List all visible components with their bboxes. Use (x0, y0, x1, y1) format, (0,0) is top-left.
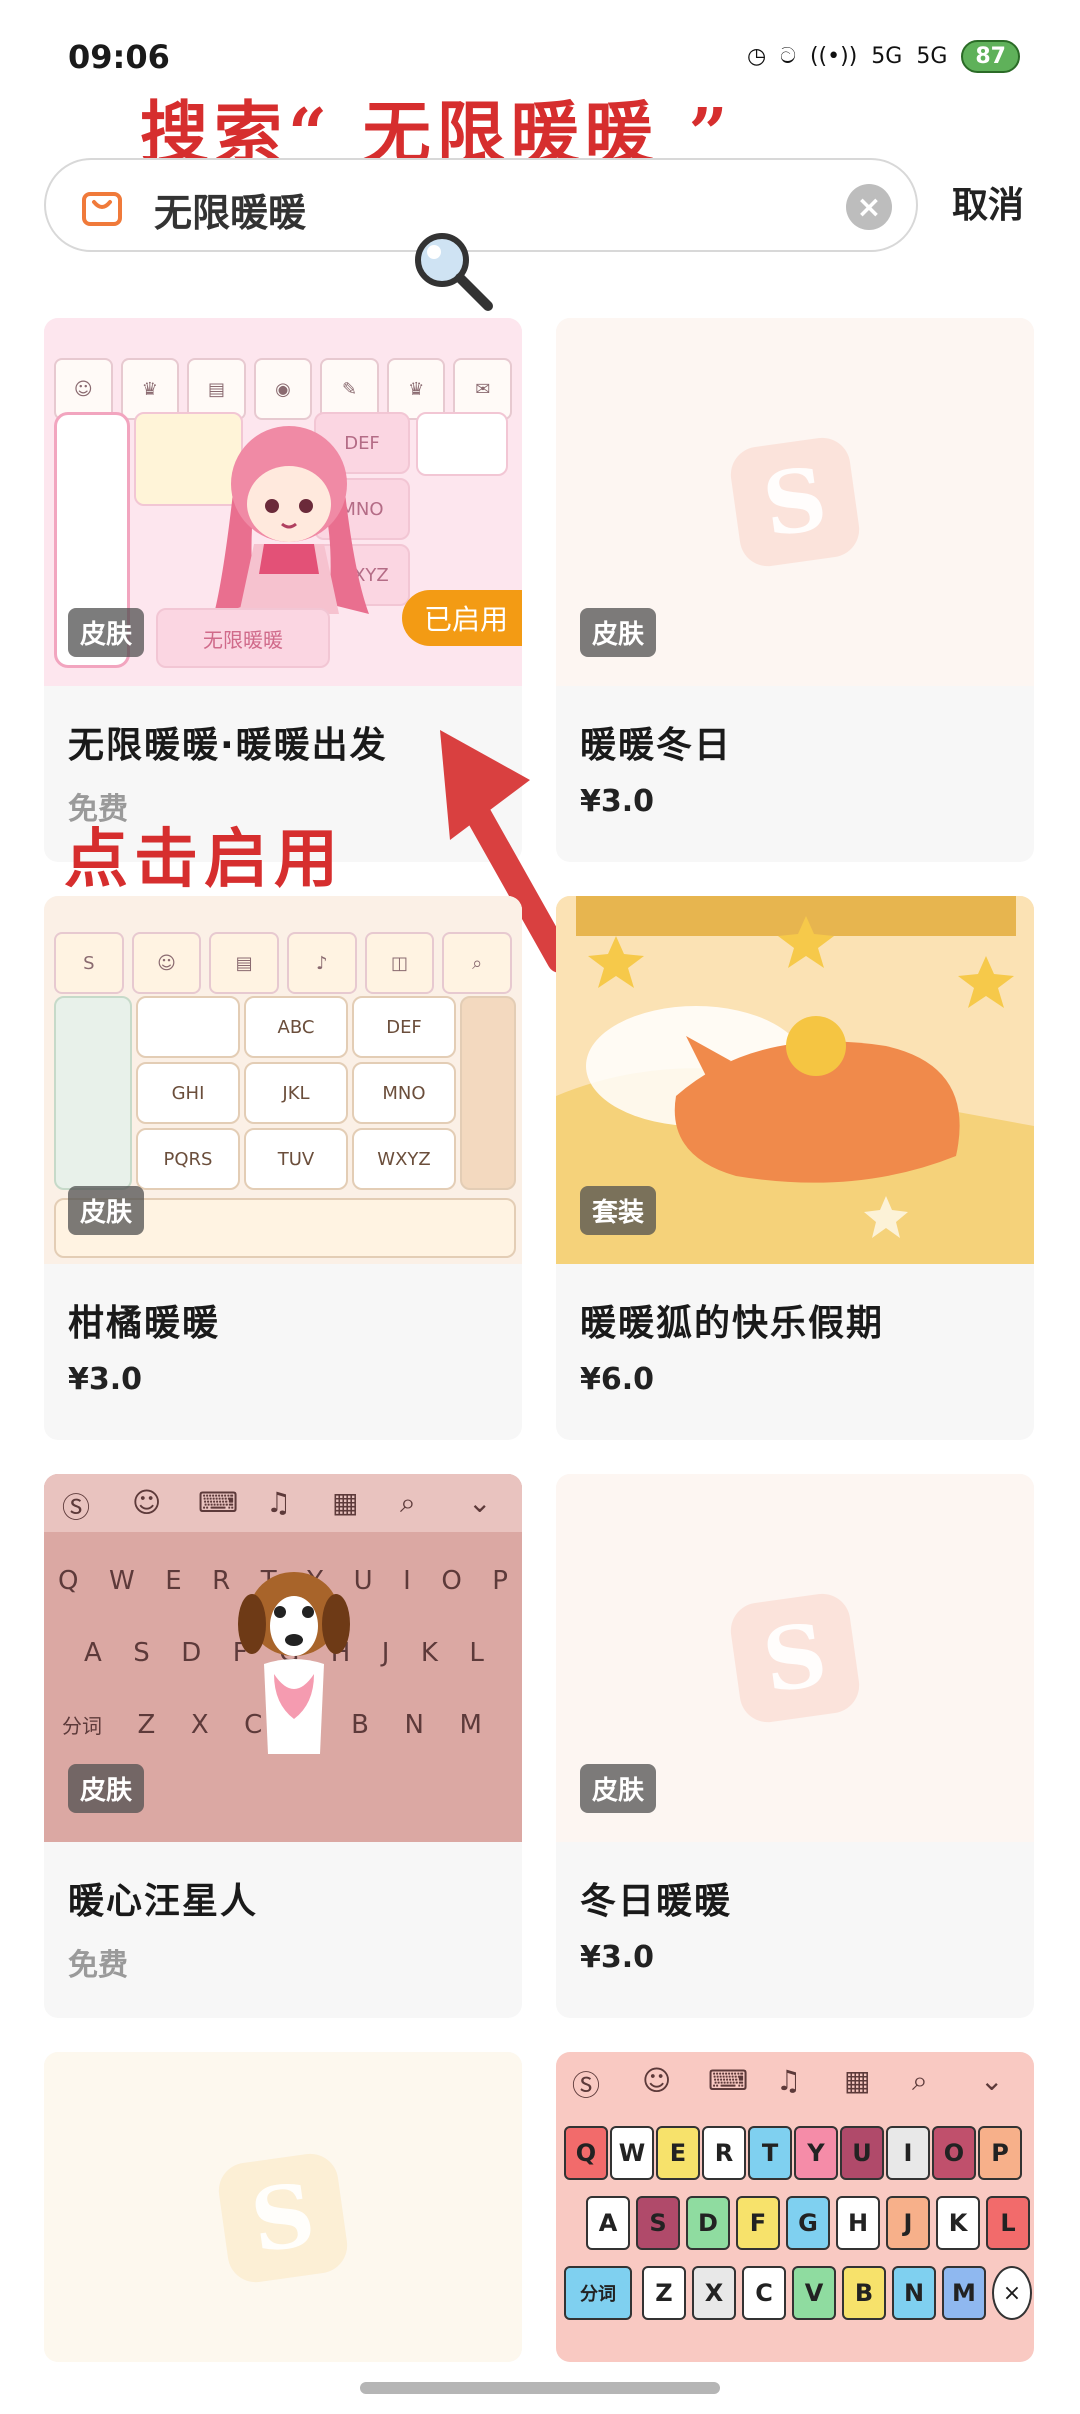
kb-icon-key: ⌕ (442, 932, 513, 994)
card-price: ¥3.0 (580, 784, 655, 819)
cancel-button[interactable]: 取消 (952, 176, 1024, 228)
wifi-icon: ((•)) (809, 44, 858, 69)
card-title: 暖暖狐的快乐假期 (580, 1303, 885, 1344)
grid-icon: ▦ (844, 2064, 871, 2097)
tag-badge: 皮肤 (68, 608, 145, 657)
card-title: 柑橘暖暖 (68, 1303, 221, 1344)
app-logo-icon: S (215, 2149, 351, 2286)
result-card[interactable]: Ⓢ ☺ ⌨ ♫ ▦ ⌕ ⌄ Q W E R T Y U I O P A S D … (556, 2052, 1034, 2362)
puppy-illustration (238, 1572, 350, 1754)
result-card[interactable]: 套装 暖暖狐的快乐假期 ¥6.0 (556, 896, 1034, 1440)
search-icon: ⌕ (912, 2064, 928, 2097)
microphone-icon: ♫ (776, 2064, 802, 2097)
kb-icon-key: ◉ (253, 358, 313, 420)
skin-name-key: 无限暖暖 (156, 608, 330, 668)
signal-5g-a: 5G (871, 44, 903, 69)
close-icon: × (856, 189, 882, 225)
card-price: ¥3.0 (68, 1362, 143, 1397)
tag-badge: 皮肤 (580, 608, 657, 657)
keyboard-icon: ⌨ (708, 2064, 749, 2097)
app-logo-icon: S (727, 434, 863, 570)
card-title: 冬日暖暖 (580, 1881, 733, 1922)
kb-icon-key: ◫ (364, 932, 435, 994)
tag-badge: 皮肤 (580, 1764, 657, 1813)
emoji-icon: ☺ (132, 1486, 162, 1519)
card-title: 暖心汪星人 (68, 1881, 259, 1922)
enabled-badge: 已启用 (401, 590, 522, 646)
result-card[interactable]: Ⓢ ☺ ⌨ ♫ ▦ ⌕ ⌄ Q W E R T Y U I O P A S D … (44, 1474, 522, 2018)
skin-preview: Ⓢ ☺ ⌨ ♫ ▦ ⌕ ⌄ Q W E R T Y U I O P A S D … (556, 2052, 1034, 2362)
grid-icon: ▦ (332, 1486, 359, 1519)
shopping-bag-icon (82, 192, 122, 226)
tag-badge: 皮肤 (68, 1764, 145, 1813)
rabbit-icon: ට (780, 44, 796, 69)
battery-indicator: 87 (961, 40, 1020, 73)
skin-preview-placeholder: S (44, 2052, 522, 2362)
tag-badge: 皮肤 (68, 1186, 145, 1235)
card-price: ¥6.0 (580, 1362, 655, 1397)
search-icon: ⌕ (400, 1486, 416, 1519)
app-logo-icon: S (727, 1590, 863, 1726)
annotation-click-hint: 点击启用 (64, 822, 344, 897)
sogou-icon: Ⓢ (62, 1491, 91, 1524)
microphone-icon: ♫ (266, 1486, 292, 1519)
kb-icon-key: ♛ (386, 358, 446, 420)
signal-5g-b: 5G (916, 44, 948, 69)
kb-icon-key: ♪ (287, 932, 357, 994)
tag-badge: 套装 (580, 1186, 657, 1235)
result-card[interactable]: S 皮肤 暖暖冬日 ¥3.0 (556, 318, 1034, 862)
chevron-down-icon: ⌄ (468, 1486, 492, 1519)
search-input[interactable]: 无限暖暖 (154, 182, 306, 237)
emoji-icon: ☺ (642, 2064, 672, 2097)
result-card[interactable]: S ☺ ▤ ♪ ◫ ⌕ ABC DEF GHI JKL MNO PQRS TUV… (44, 896, 522, 1440)
kb-icon-key: ▤ (187, 358, 246, 420)
card-price: ¥3.0 (580, 1940, 655, 1975)
kb-icon-key: ✎ (320, 358, 379, 420)
card-title: 暖暖冬日 (580, 725, 733, 766)
keyboard-icon: ⌨ (198, 1486, 239, 1519)
kb-icon-key: ▤ (209, 932, 280, 994)
kb-icon-key: ♛ (120, 358, 180, 420)
status-time: 09:06 (68, 38, 170, 76)
result-card[interactable]: S 皮肤 冬日暖暖 ¥3.0 (556, 1474, 1034, 2018)
kb-icon-key: ☺ (131, 932, 202, 994)
magnifier-icon (415, 233, 493, 311)
sogou-icon: Ⓢ (572, 2069, 601, 2102)
chevron-down-icon: ⌄ (980, 2064, 1004, 2097)
card-price: 免费 (68, 1948, 128, 1983)
card-title: 无限暖暖·暖暖出发 (68, 725, 388, 766)
delete-key-icon: × (992, 2266, 1032, 2320)
clock-icon: ◷ (746, 44, 767, 69)
status-icons: ◷ ට ((•)) 5G 5G 87 (747, 40, 1020, 73)
kb-icon-key: S (54, 932, 124, 994)
home-indicator[interactable] (360, 2382, 720, 2394)
clear-search-button[interactable]: × (846, 184, 892, 230)
result-card[interactable]: S (44, 2052, 522, 2362)
kb-icon-key: ✉ (453, 358, 513, 420)
kb-icon-key: ☺ (54, 358, 113, 420)
